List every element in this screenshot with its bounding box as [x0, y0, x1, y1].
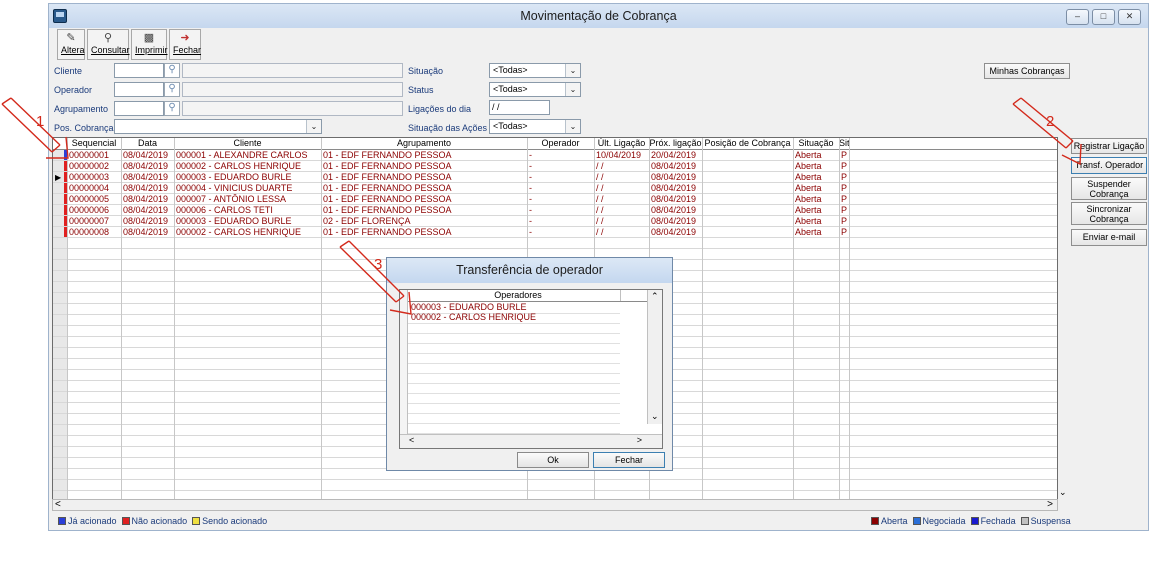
annotation-3: 3 — [374, 256, 383, 273]
arrow-3 — [339, 240, 412, 315]
annotation-arrows — [1, 97, 1082, 315]
annotation-1: 1 — [36, 113, 45, 130]
arrow-2 — [1012, 97, 1082, 166]
arrow-1 — [1, 97, 69, 159]
annotation-2: 2 — [1046, 113, 1055, 130]
